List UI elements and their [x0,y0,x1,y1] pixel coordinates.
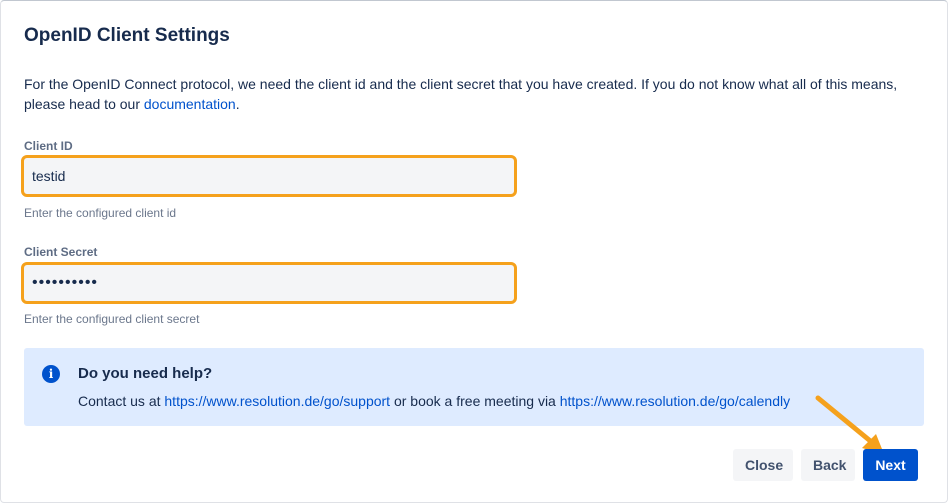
client-id-label: Client ID [24,139,73,153]
client-id-help: Enter the configured client id [24,206,177,220]
client-id-field-wrapper [21,155,517,197]
calendly-link[interactable]: https://www.resolution.de/go/calendly [560,393,790,409]
client-secret-input[interactable] [24,265,514,301]
next-button[interactable]: Next [863,449,918,481]
help-text-before: Contact us at [78,393,165,409]
help-panel-title: Do you need help? [78,365,213,382]
info-icon: i [42,365,60,383]
close-button[interactable]: Close [733,449,793,481]
help-panel: i Do you need help? Contact us at https:… [24,348,924,426]
intro-end: . [235,96,240,112]
client-secret-field-wrapper [21,262,517,304]
client-id-input[interactable] [24,158,514,194]
client-secret-label: Client Secret [24,245,98,259]
help-text-middle: or book a free meeting via [390,393,560,409]
support-link[interactable]: https://www.resolution.de/go/support [164,393,390,409]
intro-text: For the OpenID Connect protocol, we need… [24,74,924,114]
help-panel-body: Contact us at https://www.resolution.de/… [78,393,790,409]
documentation-link[interactable]: documentation [144,96,236,112]
page-title: OpenID Client Settings [24,25,230,46]
back-button[interactable]: Back [801,449,855,481]
client-secret-help: Enter the configured client secret [24,312,200,326]
